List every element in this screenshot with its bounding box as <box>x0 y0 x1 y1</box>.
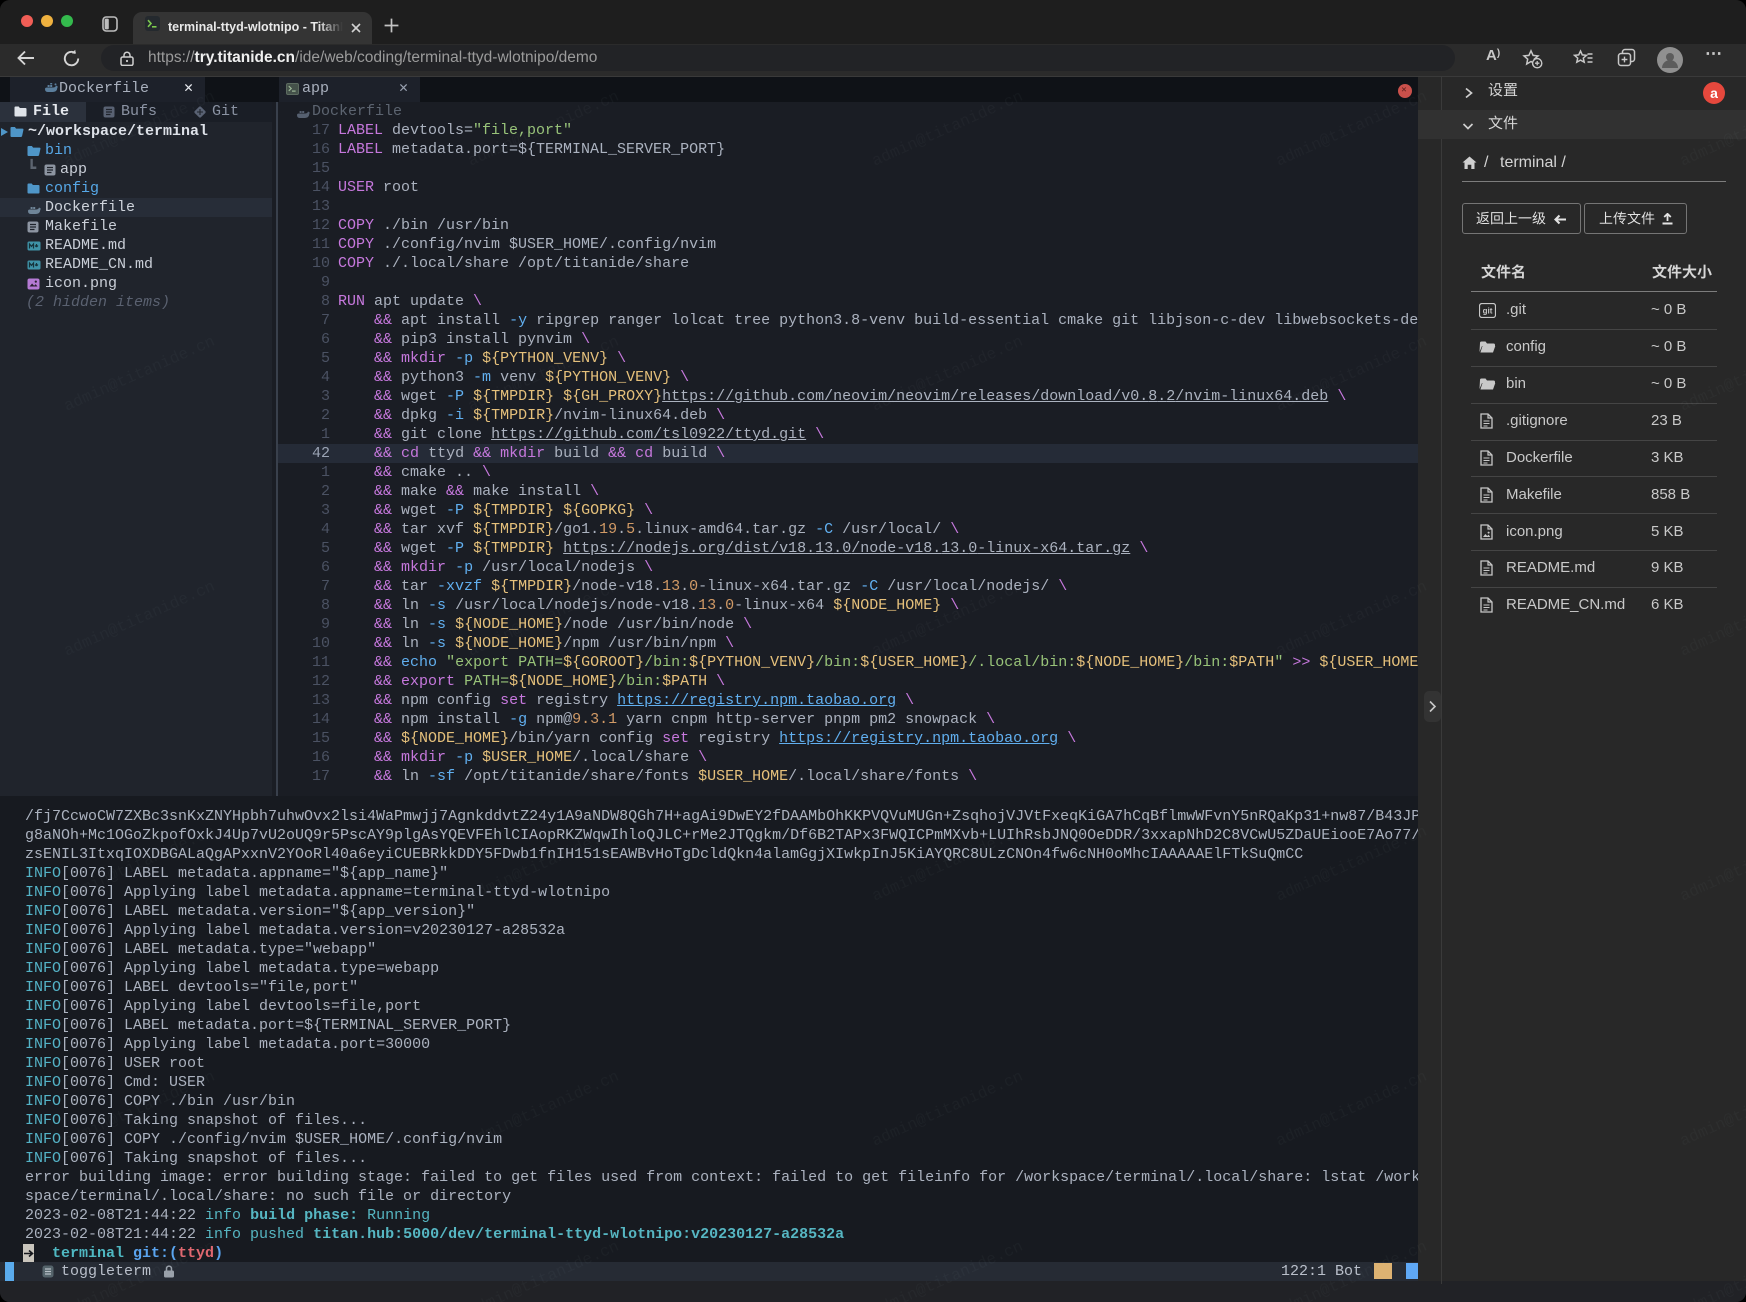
svg-text:git: git <box>1483 307 1493 316</box>
